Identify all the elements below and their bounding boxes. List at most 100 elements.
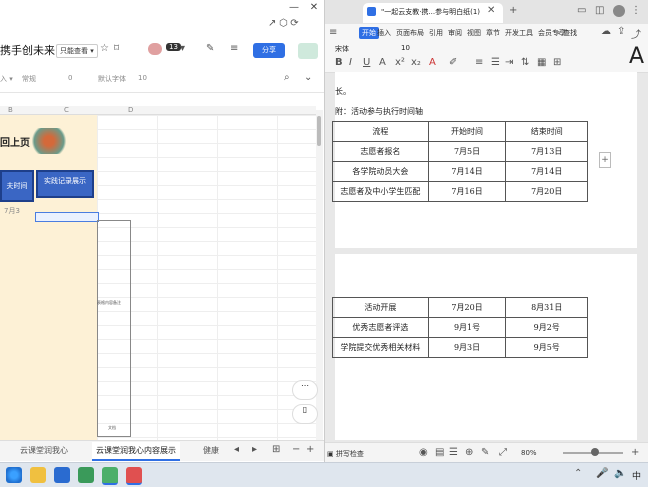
window-icon[interactable]: ▭ (577, 5, 586, 16)
phone-icon[interactable]: ▯ (292, 404, 318, 424)
sheet-tab[interactable]: 健康 (203, 445, 219, 456)
view-mode-dropdown[interactable]: 只能查看 ▾ (56, 44, 98, 58)
edit-icon[interactable]: ✎ (206, 43, 214, 54)
edge-icon[interactable] (6, 467, 22, 483)
table-cell[interactable]: 7月14日 (505, 161, 588, 182)
font-dropdown[interactable]: 默认字体 (98, 74, 126, 84)
menu-item[interactable]: 引用 (429, 28, 443, 38)
table-header-cell[interactable]: 开始时间 (427, 121, 507, 142)
cell-link[interactable]: 文档 (108, 425, 116, 431)
card-records[interactable]: 实践记录展示 (36, 170, 94, 198)
mail-icon[interactable] (54, 467, 70, 483)
menu-item[interactable]: 开发工具 (505, 28, 533, 38)
highlight-icon[interactable]: ✐ (449, 57, 457, 68)
zoom-in-icon[interactable]: + (631, 447, 639, 458)
speaker-icon[interactable]: 🔈 (614, 468, 626, 479)
align-icon[interactable]: ≡ (475, 57, 483, 68)
card-time[interactable]: 夫时间 (0, 170, 34, 202)
avatar[interactable] (148, 43, 162, 55)
edit-icon[interactable]: ✎ (481, 447, 489, 458)
wps-icon[interactable] (126, 467, 142, 485)
grid-icon[interactable]: ⊞ (272, 444, 280, 455)
refresh-icon[interactable]: ⟳ (290, 18, 298, 29)
italic-icon[interactable]: I (349, 57, 352, 68)
view-icon[interactable]: ◉ (419, 447, 428, 458)
outline-icon[interactable]: ☰ (449, 447, 458, 458)
menu-item[interactable]: 章节 (486, 28, 500, 38)
search-button[interactable]: ⌕ 查找 (557, 28, 577, 38)
upload-icon[interactable]: ⇪ (617, 26, 625, 37)
menu-start[interactable]: 开始 (359, 27, 379, 39)
table-header-cell[interactable]: 结束时间 (505, 121, 588, 142)
add-row-button[interactable]: + (599, 152, 611, 168)
avatar[interactable] (613, 5, 625, 17)
store-icon[interactable] (78, 467, 94, 483)
layout-icon[interactable]: ◫ (595, 5, 604, 16)
chevron-down-icon[interactable]: ▾ (180, 43, 185, 54)
table-cell[interactable]: 7月13日 (505, 141, 588, 162)
font-size-dropdown[interactable]: 10 (138, 74, 147, 82)
border-icon[interactable]: ▦ (537, 57, 546, 68)
table-cell[interactable]: 各学院动员大会 (332, 161, 429, 182)
chevron-down-icon[interactable]: ⌄ (304, 72, 312, 83)
fullscreen-icon[interactable]: ⤢ (499, 447, 507, 458)
table-cell[interactable]: 8月31日 (505, 297, 588, 318)
app-logo-icon[interactable] (298, 43, 318, 59)
menu-icon[interactable]: ≡ (230, 43, 238, 54)
browser-tab[interactable]: "一起云支教·携...参与明白纸(1) ✕ (363, 3, 503, 23)
strikethrough-icon[interactable]: A (379, 57, 386, 68)
sheet-tab[interactable]: 云课堂润我心 (20, 445, 68, 456)
zoom-in-icon[interactable]: + (306, 444, 314, 455)
menu-item[interactable]: 页面布局 (396, 28, 424, 38)
table-cell[interactable]: 9月5号 (505, 337, 588, 358)
chevron-right-icon[interactable]: ▸ (252, 444, 257, 455)
zoom-slider-thumb[interactable] (591, 448, 599, 456)
table-header-cell[interactable]: 流程 (332, 121, 429, 142)
sheet-tab-active[interactable]: 云课堂润我心内容展示 (92, 442, 180, 461)
back-page-label[interactable]: 回上页 (0, 134, 30, 149)
spell-check-button[interactable]: ▣ 拼写检查 (327, 449, 364, 459)
subscript-icon[interactable]: x₂ (411, 57, 421, 68)
superscript-icon[interactable]: x² (395, 57, 405, 68)
more-icon[interactable]: ⋮ (631, 5, 641, 16)
share-button[interactable]: 分享 (253, 43, 285, 58)
font-size-dropdown[interactable]: 10 (401, 44, 410, 52)
table-icon[interactable]: ⊞ (553, 57, 561, 68)
menu-item[interactable]: 审阅 (448, 28, 462, 38)
list-icon[interactable]: ☰ (491, 57, 500, 68)
style-preview[interactable]: A (629, 44, 644, 69)
font-color-icon[interactable]: A (429, 57, 436, 68)
menu-item[interactable]: 插入 (377, 28, 391, 38)
table-cell[interactable]: 7月20日 (427, 297, 507, 318)
chevron-up-icon[interactable]: ⌃ (574, 468, 582, 479)
table-cell[interactable]: 优秀志愿者评选 (332, 317, 429, 338)
zoom-out-icon[interactable]: − (292, 444, 300, 455)
ime-indicator[interactable]: 中 (632, 469, 641, 482)
table-cell[interactable]: 7月5日 (427, 141, 507, 162)
share-icon[interactable]: ⤴ (631, 26, 641, 41)
indent-icon[interactable]: ⇥ (505, 57, 513, 68)
new-tab-icon[interactable]: + (509, 5, 517, 16)
chevron-left-icon[interactable]: ◂ (234, 444, 239, 455)
bold-icon[interactable]: B (335, 57, 343, 68)
insert-label[interactable]: 入 ▾ (0, 74, 13, 84)
file-explorer-icon[interactable] (30, 467, 46, 483)
style-dropdown[interactable]: 常规 (22, 74, 36, 84)
underline-icon[interactable]: U (363, 57, 370, 68)
font-name-dropdown[interactable]: 宋体 (335, 44, 349, 54)
table-cell[interactable]: 7月20日 (505, 181, 588, 202)
scrollbar-thumb[interactable] (317, 116, 321, 146)
hamburger-icon[interactable]: ≡ (329, 27, 337, 38)
search-icon[interactable]: ⌕ (284, 72, 290, 83)
table-cell[interactable]: 9月1号 (427, 317, 507, 338)
bookmark-icon[interactable]: ⌑ (114, 43, 119, 54)
selected-cell[interactable] (35, 212, 99, 222)
table-cell[interactable]: 9月3日 (427, 337, 507, 358)
table-cell[interactable]: 志愿者报名 (332, 141, 429, 162)
table-cell[interactable]: 志愿者及中小学生匹配 (332, 181, 429, 202)
more-options-button[interactable]: ⋯ (292, 380, 318, 400)
sort-icon[interactable]: ⇅ (521, 57, 529, 68)
table-cell[interactable]: 活动开展 (332, 297, 429, 318)
zoom-level[interactable]: 80% (521, 449, 537, 457)
close-icon[interactable]: ✕ (487, 5, 495, 16)
